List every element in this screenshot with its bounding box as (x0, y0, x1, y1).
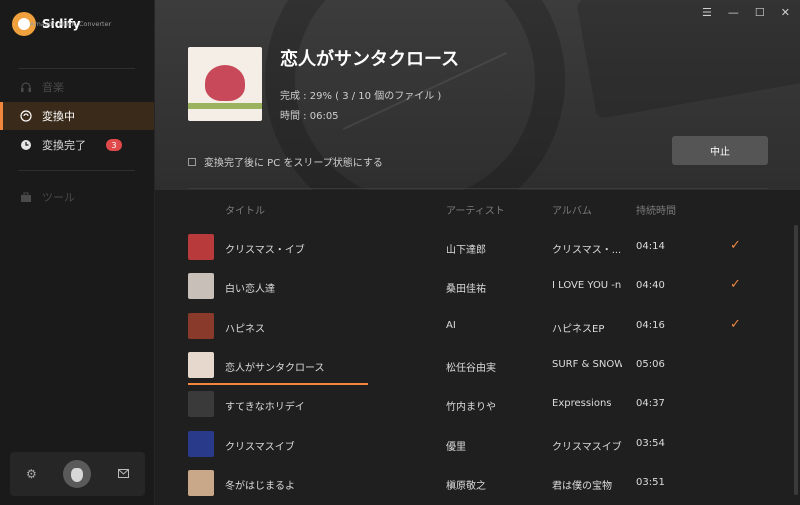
column-artist: アーティスト (446, 206, 505, 217)
track-duration: 03:54 (636, 437, 665, 449)
track-title: 冬がはじまるよ (225, 480, 295, 492)
track-title: ハピネス (225, 323, 265, 335)
track-title: クリスマスイブ (225, 441, 295, 453)
track-album: I LOVE YOU -n... (552, 280, 622, 292)
track-thumbnail (188, 430, 214, 457)
table-row[interactable]: 白い恋人達 桑田佳祐 I LOVE YOU -n... 04:40 ✓ (155, 267, 800, 306)
table-header: タイトル アーティスト アルバム 持続時間 (155, 202, 800, 217)
track-thumbnail (188, 469, 214, 496)
headphones-icon (20, 81, 32, 93)
column-duration: 持続時間 (636, 206, 676, 217)
column-title: タイトル (225, 206, 265, 217)
converting-icon (20, 110, 32, 122)
track-thumbnail (188, 391, 214, 418)
now-converting-title: 恋人がサンタクロース (280, 49, 460, 70)
track-artist: 山下達郎 (446, 245, 486, 256)
sidebar-item-music[interactable]: 音楽 (0, 73, 154, 101)
sidebar-item-completed[interactable]: 変換完了 3 (0, 131, 154, 159)
sidebar: Sidify Amazon Music Converter 音楽 変換中 変換完… (0, 0, 155, 505)
main-panel: ☰ — ☐ ✕ 恋人がサンタクロース 完成 : 29% ( 3 / 10 個のフ… (155, 0, 800, 505)
album-cover (188, 47, 262, 121)
sleep-option[interactable]: 変換完了後に PC をスリープ状態にする (188, 154, 383, 169)
track-duration: 04:16 (636, 319, 665, 331)
divider (18, 170, 135, 171)
sidebar-item-label: ツール (42, 191, 75, 204)
check-icon: ✓ (730, 316, 741, 332)
track-album: 君は僕の宝物 (552, 480, 612, 492)
menu-icon[interactable]: ☰ (702, 6, 712, 19)
track-album: クリスマス・... (552, 245, 622, 256)
track-artist: 桑田佳祐 (446, 284, 486, 296)
divider (18, 68, 135, 69)
toolbox-icon (20, 191, 32, 203)
track-duration: 03:51 (636, 476, 665, 488)
track-artist: AI (446, 319, 456, 331)
track-thumbnail (188, 351, 214, 378)
sidebar-item-tools[interactable]: ツール (0, 183, 154, 211)
track-duration: 04:14 (636, 241, 665, 252)
track-thumbnail (188, 273, 214, 300)
mail-icon[interactable] (117, 467, 129, 481)
progress-text: 完成 : 29% ( 3 / 10 個のファイル ) (280, 91, 442, 102)
table-row[interactable]: ハピネス AI ハピネスEP 04:16 ✓ (155, 307, 800, 346)
column-album: アルバム (552, 206, 592, 217)
track-artist: 優里 (446, 441, 466, 453)
table-row[interactable]: クリスマス・イブ 山下達郎 クリスマス・... 04:14 ✓ (155, 228, 800, 267)
track-duration: 04:37 (636, 398, 665, 410)
track-album: Expressions (552, 398, 612, 410)
table-row[interactable]: 冬がはじまるよ 槇原敬之 君は僕の宝物 03:51 (155, 464, 800, 503)
app-subtitle: Amazon Music Converter (30, 20, 112, 28)
track-album: SURF & SNOW (552, 358, 622, 370)
avatar[interactable] (63, 460, 92, 488)
sleep-checkbox[interactable] (188, 157, 196, 166)
elapsed-time: 時間 : 06:05 (280, 111, 339, 122)
check-icon: ✓ (730, 277, 741, 293)
track-artist: 竹内まりや (446, 402, 496, 414)
stop-button[interactable]: 中止 (672, 136, 768, 165)
maximize-icon[interactable]: ☐ (755, 6, 765, 19)
table-row[interactable]: クリスマスイブ 優里 クリスマスイブ 03:54 (155, 425, 800, 464)
sidebar-item-label: 変換完了 (42, 139, 86, 152)
track-title: クリスマス・イブ (225, 245, 305, 256)
track-duration: 04:40 (636, 280, 665, 292)
sidebar-item-converting[interactable]: 変換中 (0, 102, 154, 130)
track-title: 恋人がサンタクロース (225, 362, 325, 374)
minimize-icon[interactable]: — (728, 6, 739, 19)
table-row[interactable]: 恋人がサンタクロース 松任谷由実 SURF & SNOW 05:06 (155, 346, 800, 385)
gear-icon[interactable]: ⚙ (26, 467, 37, 481)
sidebar-footer: ⚙ (10, 452, 145, 496)
table-row[interactable]: すてきなホリデイ 竹内まりや Expressions 04:37 (155, 385, 800, 424)
track-album: クリスマスイブ (552, 441, 622, 453)
count-badge: 3 (106, 139, 122, 151)
check-icon: ✓ (730, 238, 741, 253)
divider (188, 188, 768, 189)
track-artist: 松任谷由実 (446, 362, 496, 374)
track-title: すてきなホリデイ (225, 402, 305, 414)
sidebar-item-label: 変換中 (42, 110, 75, 123)
track-thumbnail (188, 234, 214, 260)
track-title: 白い恋人達 (225, 284, 275, 296)
track-album: ハピネスEP (552, 323, 605, 335)
scrollbar[interactable] (794, 225, 798, 495)
track-duration: 05:06 (636, 358, 665, 370)
sleep-label: 変換完了後に PC をスリープ状態にする (204, 158, 383, 169)
close-icon[interactable]: ✕ (781, 6, 790, 19)
sidebar-item-label: 音楽 (42, 81, 64, 94)
track-thumbnail (188, 312, 214, 339)
window-controls: ☰ — ☐ ✕ (702, 6, 790, 19)
clock-icon (20, 139, 32, 151)
track-artist: 槇原敬之 (446, 480, 486, 492)
